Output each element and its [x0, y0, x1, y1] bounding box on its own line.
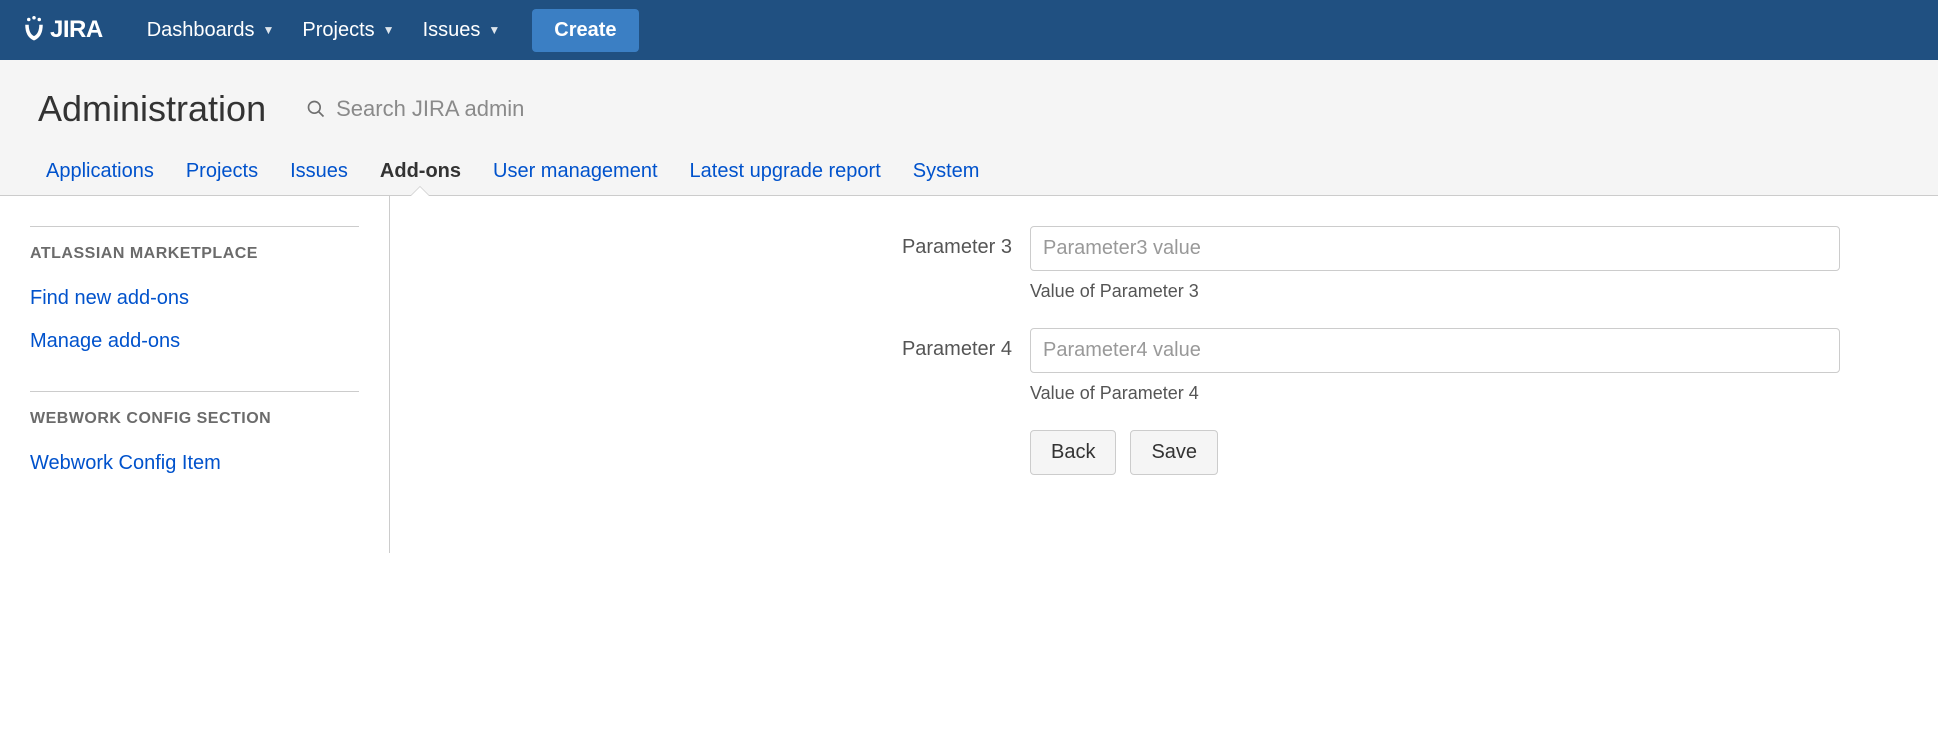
search-icon [306, 99, 326, 119]
page-title: Administration [38, 88, 266, 130]
sidebar-link-find-new-add-ons[interactable]: Find new add-ons [30, 277, 359, 320]
create-button[interactable]: Create [532, 9, 638, 52]
desc-parameter-4: Value of Parameter 4 [1030, 383, 1840, 404]
back-button[interactable]: Back [1030, 430, 1116, 475]
jira-logo[interactable]: JIRA [20, 16, 103, 44]
sidebar: ATLASSIAN MARKETPLACE Find new add-ons M… [0, 196, 390, 553]
input-parameter-4[interactable] [1030, 328, 1840, 373]
tab-user-management[interactable]: User management [477, 148, 674, 195]
form-buttons: Back Save [1030, 430, 1878, 475]
form-row-parameter-4: Parameter 4 Value of Parameter 4 [390, 328, 1878, 404]
nav-issues-label: Issues [423, 19, 481, 42]
sidebar-heading-marketplace: ATLASSIAN MARKETPLACE [30, 245, 359, 263]
label-parameter-3: Parameter 3 [390, 226, 1030, 259]
nav-projects-label: Projects [302, 19, 374, 42]
admin-search-input[interactable] [336, 96, 636, 122]
admin-search[interactable] [306, 96, 636, 122]
admin-header: Administration [0, 60, 1938, 148]
tab-issues[interactable]: Issues [274, 148, 364, 195]
nav-dashboards[interactable]: Dashboards ▼ [133, 11, 289, 50]
label-parameter-4: Parameter 4 [390, 328, 1030, 361]
top-nav: JIRA Dashboards ▼ Projects ▼ Issues ▼ Cr… [0, 0, 1938, 60]
tab-latest-upgrade-report[interactable]: Latest upgrade report [674, 148, 897, 195]
main-form: Parameter 3 Value of Parameter 3 Paramet… [390, 196, 1938, 553]
nav-dashboards-label: Dashboards [147, 19, 255, 42]
input-parameter-3[interactable] [1030, 226, 1840, 271]
tab-projects[interactable]: Projects [170, 148, 274, 195]
sidebar-link-manage-add-ons[interactable]: Manage add-ons [30, 320, 359, 363]
tab-system[interactable]: System [897, 148, 996, 195]
content-area: ATLASSIAN MARKETPLACE Find new add-ons M… [0, 196, 1938, 553]
admin-tabs: Applications Projects Issues Add-ons Use… [0, 148, 1938, 196]
jira-logo-text: JIRA [50, 16, 103, 44]
sidebar-link-webwork-config-item[interactable]: Webwork Config Item [30, 442, 359, 485]
caret-down-icon: ▼ [263, 23, 275, 37]
sidebar-section-marketplace: ATLASSIAN MARKETPLACE Find new add-ons M… [30, 226, 359, 363]
desc-parameter-3: Value of Parameter 3 [1030, 281, 1840, 302]
save-button[interactable]: Save [1130, 430, 1218, 475]
nav-issues[interactable]: Issues ▼ [409, 11, 515, 50]
tab-add-ons[interactable]: Add-ons [364, 148, 477, 195]
sidebar-section-webwork: WEBWORK CONFIG SECTION Webwork Config It… [30, 391, 359, 485]
sidebar-heading-webwork: WEBWORK CONFIG SECTION [30, 410, 359, 428]
caret-down-icon: ▼ [383, 23, 395, 37]
nav-projects[interactable]: Projects ▼ [288, 11, 408, 50]
jira-logo-icon [20, 16, 48, 44]
form-row-parameter-3: Parameter 3 Value of Parameter 3 [390, 226, 1878, 302]
tab-applications[interactable]: Applications [30, 148, 170, 195]
caret-down-icon: ▼ [488, 23, 500, 37]
